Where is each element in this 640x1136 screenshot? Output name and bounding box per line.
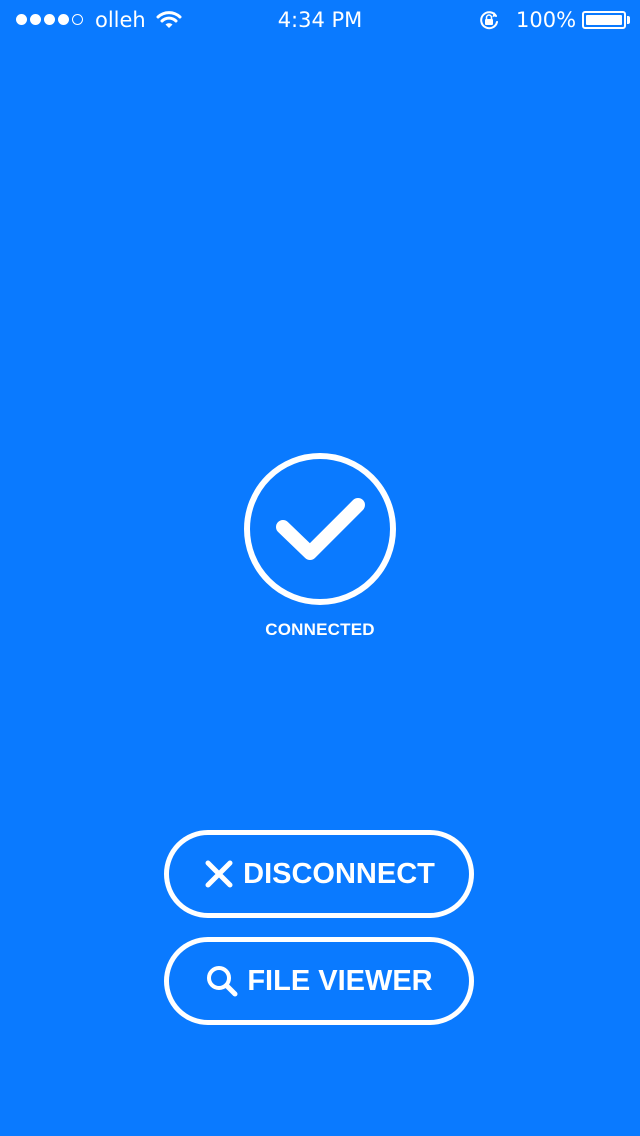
status-bar: olleh 4:34 PM 100% (0, 0, 640, 40)
file-viewer-button[interactable]: FILE VIEWER (164, 937, 474, 1025)
connection-status-label: CONNECTED (265, 620, 375, 639)
file-viewer-button-label: FILE VIEWER (247, 964, 433, 997)
disconnect-button-label: DISCONNECT (243, 857, 435, 890)
check-circle-icon (242, 451, 398, 607)
battery-icon (582, 11, 626, 29)
battery-tip (627, 16, 630, 24)
disconnect-button[interactable]: DISCONNECT (164, 830, 474, 918)
rotation-lock-icon (478, 10, 500, 35)
battery-percentage: 100% (516, 8, 577, 32)
search-icon (205, 964, 239, 998)
battery-fill (586, 15, 622, 25)
close-icon (203, 858, 235, 890)
